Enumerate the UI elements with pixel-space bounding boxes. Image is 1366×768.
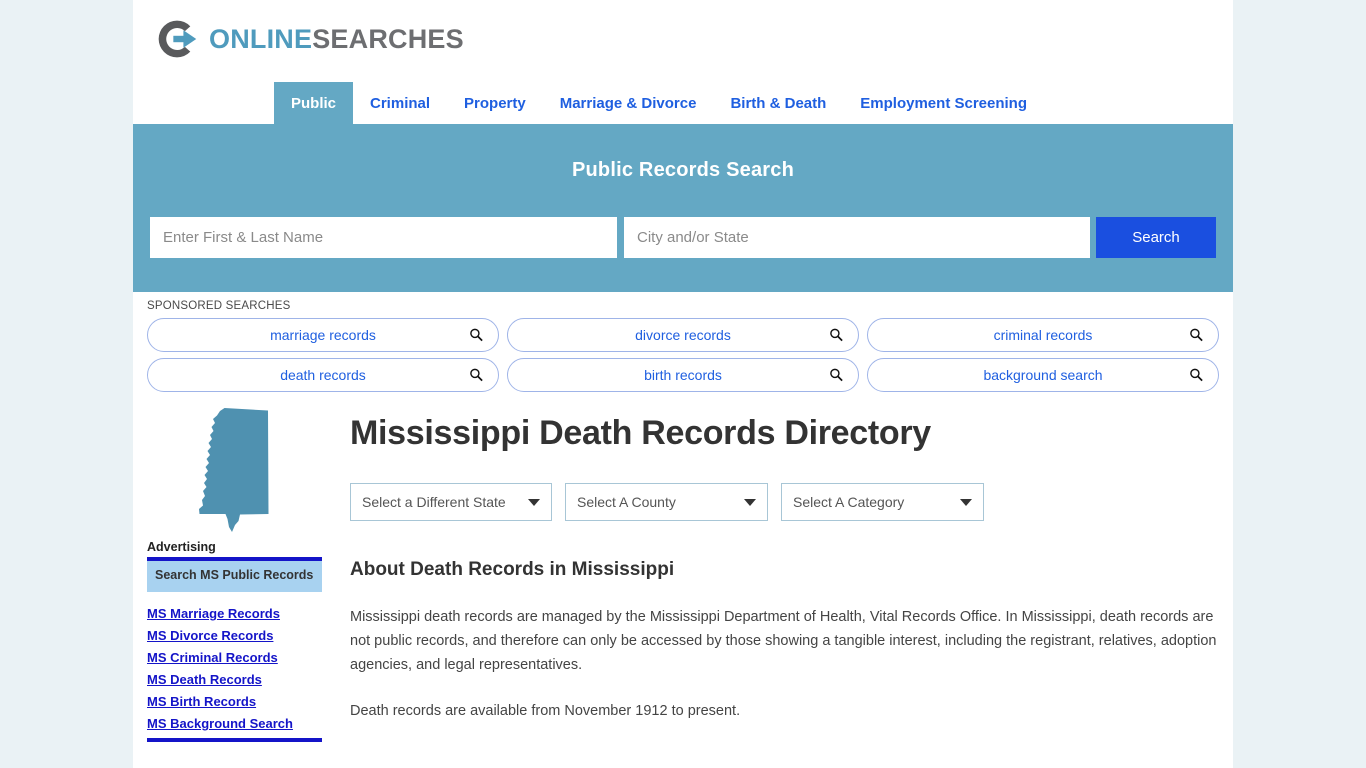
city-state-search-input[interactable] xyxy=(624,217,1090,258)
section-title-about: About Death Records in Mississippi xyxy=(350,559,675,580)
banner-title: Public Records Search xyxy=(571,159,795,181)
select-county-value: Select A County xyxy=(577,494,676,510)
sponsored-chip-criminal-records[interactable]: criminal records xyxy=(867,318,1219,352)
tab-property[interactable]: Property xyxy=(447,82,543,124)
sponsored-chip-birth-records[interactable]: birth records xyxy=(507,358,859,392)
search-icon xyxy=(1190,328,1203,342)
logo-word-searches: SEARCHES xyxy=(312,23,464,54)
search-form: Search xyxy=(150,217,1216,258)
sponsored-searches-label: SPONSORED SEARCHES xyxy=(147,300,291,312)
sponsored-chip-background-search[interactable]: background search xyxy=(867,358,1219,392)
advertising-label: Advertising xyxy=(147,540,216,554)
ad-box-title[interactable]: Search MS Public Records xyxy=(147,561,322,592)
chevron-down-icon xyxy=(744,499,756,506)
sponsored-chip-marriage-records[interactable]: marriage records xyxy=(147,318,499,352)
chip-label: divorce records xyxy=(635,327,731,343)
search-icon xyxy=(830,328,843,342)
public-records-search-banner: Public Records Search Search xyxy=(133,127,1233,292)
tab-employment-screening[interactable]: Employment Screening xyxy=(843,82,1044,124)
chip-label: death records xyxy=(280,367,366,383)
sponsored-chip-grid: marriage records divorce records crimina… xyxy=(147,318,1219,392)
mississippi-state-map-icon xyxy=(199,408,269,532)
chevron-down-icon xyxy=(960,499,972,506)
filter-dropdown-row: Select a Different State Select A County… xyxy=(350,483,1219,521)
tab-public[interactable]: Public xyxy=(274,82,354,124)
tab-birth-death[interactable]: Birth & Death xyxy=(713,82,843,124)
logo-word-online: ONLINE xyxy=(209,23,313,54)
select-state-value: Select a Different State xyxy=(362,494,506,510)
tab-marriage-divorce[interactable]: Marriage & Divorce xyxy=(543,82,714,124)
chevron-down-icon xyxy=(528,499,540,506)
sponsored-searches-section: SPONSORED SEARCHES marriage records divo… xyxy=(133,292,1233,392)
about-paragraph-2: Death records are available from Novembe… xyxy=(350,703,741,719)
search-button[interactable]: Search xyxy=(1096,217,1216,258)
page-content: Advertising Search MS Public Records MS … xyxy=(133,392,1233,742)
sidebar-link-list: MS Marriage Records MS Divorce Records M… xyxy=(147,606,322,731)
chip-label: background search xyxy=(983,367,1103,383)
select-category-dropdown[interactable]: Select A Category xyxy=(781,483,984,521)
tab-criminal[interactable]: Criminal xyxy=(353,82,447,124)
chip-label: criminal records xyxy=(993,327,1093,343)
select-county-dropdown[interactable]: Select A County xyxy=(565,483,768,521)
about-paragraph-1: Mississippi death records are managed by… xyxy=(350,609,1217,673)
search-icon xyxy=(1190,368,1203,382)
sidebar-link-ms-background-search[interactable]: MS Background Search xyxy=(147,716,322,731)
site-logo[interactable]: ONLINESEARCHES xyxy=(155,17,464,61)
sidebar-link-ms-marriage-records[interactable]: MS Marriage Records xyxy=(147,606,322,621)
sidebar-link-ms-divorce-records[interactable]: MS Divorce Records xyxy=(147,628,322,643)
page-container: ONLINESEARCHES Public Criminal Property … xyxy=(133,0,1233,768)
main-navigation: Public Criminal Property Marriage & Divo… xyxy=(133,82,1233,127)
select-category-value: Select A Category xyxy=(793,494,905,510)
name-search-input[interactable] xyxy=(150,217,617,258)
logo-wordmark: ONLINESEARCHES xyxy=(209,23,464,54)
sidebar-link-ms-death-records[interactable]: MS Death Records xyxy=(147,672,322,687)
page-title: Mississippi Death Records Directory xyxy=(350,414,931,452)
advertising-bottom-rule xyxy=(147,738,322,742)
sidebar-link-ms-birth-records[interactable]: MS Birth Records xyxy=(147,694,322,709)
chip-label: marriage records xyxy=(270,327,376,343)
sponsored-chip-divorce-records[interactable]: divorce records xyxy=(507,318,859,352)
main-column: Mississippi Death Records Directory Sele… xyxy=(322,404,1219,742)
select-state-dropdown[interactable]: Select a Different State xyxy=(350,483,552,521)
search-icon xyxy=(830,368,843,382)
sidebar-link-ms-criminal-records[interactable]: MS Criminal Records xyxy=(147,650,322,665)
circle-arrow-logo-icon xyxy=(158,20,197,58)
left-sidebar: Advertising Search MS Public Records MS … xyxy=(147,404,322,742)
search-icon xyxy=(470,368,483,382)
search-icon xyxy=(470,328,483,342)
sponsored-chip-death-records[interactable]: death records xyxy=(147,358,499,392)
nav-tab-list: Public Criminal Property Marriage & Divo… xyxy=(274,82,1044,124)
chip-label: birth records xyxy=(644,367,722,383)
site-header: ONLINESEARCHES xyxy=(133,0,1233,82)
